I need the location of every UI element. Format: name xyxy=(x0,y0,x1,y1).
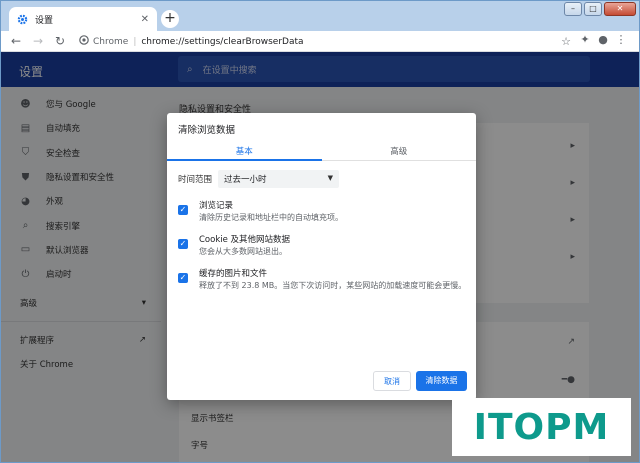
option-cookies: ✓ Cookie 及其他网站数据 您会从大多数网站退出。 xyxy=(178,234,290,258)
cancel-button[interactable]: 取消 xyxy=(373,371,411,391)
option-desc: 您会从大多数网站退出。 xyxy=(199,247,287,256)
chrome-site-icon xyxy=(79,35,89,48)
extensions-icon[interactable]: ✦ xyxy=(577,33,593,46)
gear-icon xyxy=(17,14,28,25)
time-range-label: 时间范围 xyxy=(178,175,213,185)
close-tab-icon[interactable]: ✕ xyxy=(141,14,149,25)
option-title: 缓存的图片和文件 xyxy=(199,269,268,279)
dialog-title: 清除浏览数据 xyxy=(178,125,236,136)
browsing-history-checkbox[interactable]: ✓ xyxy=(178,205,188,215)
time-range-value: 过去一小时 xyxy=(224,175,267,185)
bookmark-star-icon[interactable]: ☆ xyxy=(561,35,571,48)
clear-data-button[interactable]: 清除数据 xyxy=(416,371,467,391)
forward-icon[interactable]: → xyxy=(27,34,49,48)
address-bar[interactable]: Chrome | chrome://settings/clearBrowserD… xyxy=(71,33,573,50)
tab-basic[interactable]: 基本 xyxy=(167,141,322,161)
watermark-text: ITOPM xyxy=(473,406,610,448)
tab-title: 设置 xyxy=(35,15,54,26)
tab-strip: 设置 ✕ + – □ ✕ xyxy=(1,1,639,31)
maximize-button[interactable]: □ xyxy=(584,2,602,16)
option-cache: ✓ 缓存的图片和文件 释放了不到 23.8 MB。当您下次访问时，某些网站的加载… xyxy=(178,268,466,292)
address-url: chrome://settings/clearBrowserData xyxy=(141,36,304,47)
back-icon[interactable]: ← xyxy=(5,34,27,48)
reload-icon[interactable]: ↻ xyxy=(49,34,71,48)
close-window-button[interactable]: ✕ xyxy=(604,2,636,16)
address-separator: | xyxy=(133,36,137,47)
cookies-checkbox[interactable]: ✓ xyxy=(178,239,188,249)
browser-window: 设置 ✕ + – □ ✕ ← → ↻ Chrome | chrome://set… xyxy=(0,0,640,463)
dropdown-caret-icon: ▼ xyxy=(327,174,334,182)
profile-icon[interactable]: ● xyxy=(595,33,611,46)
address-site: Chrome xyxy=(93,36,129,47)
tab-settings[interactable]: 设置 ✕ xyxy=(9,7,157,31)
time-range: 时间范围 过去一小时 ▼ xyxy=(178,170,340,188)
option-browsing-history: ✓ 浏览记录 清除历史记录和地址栏中的自动填充项。 xyxy=(178,200,343,224)
dialog-tabs: 基本 高级 xyxy=(167,141,476,161)
watermark-logo: ITOPM xyxy=(452,398,631,456)
option-desc: 清除历史记录和地址栏中的自动填充项。 xyxy=(199,213,343,222)
time-range-select[interactable]: 过去一小时 ▼ xyxy=(218,170,340,188)
window-controls: – □ ✕ xyxy=(562,2,636,16)
minimize-button[interactable]: – xyxy=(564,2,582,16)
new-tab-button[interactable]: + xyxy=(161,10,179,28)
option-title: 浏览记录 xyxy=(199,201,234,211)
menu-icon[interactable]: ⋮ xyxy=(613,33,629,46)
toolbar: ← → ↻ Chrome | chrome://settings/clearBr… xyxy=(1,31,639,52)
tab-advanced[interactable]: 高级 xyxy=(322,141,477,160)
cache-checkbox[interactable]: ✓ xyxy=(178,273,188,283)
option-desc: 释放了不到 23.8 MB。当您下次访问时，某些网站的加载速度可能会更慢。 xyxy=(199,281,467,290)
clear-browsing-data-dialog: 清除浏览数据 基本 高级 时间范围 过去一小时 ▼ ✓ 浏览记录 清除历史记录和… xyxy=(167,113,476,400)
option-title: Cookie 及其他网站数据 xyxy=(199,235,291,245)
